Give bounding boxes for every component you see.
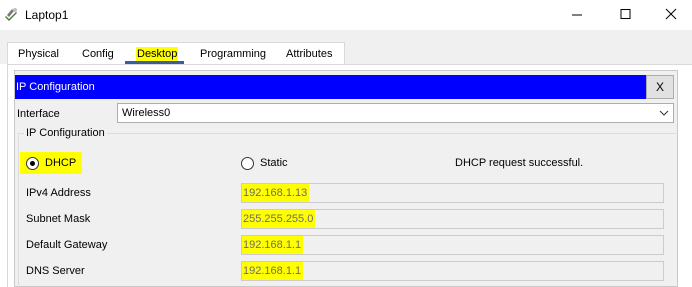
dhcp-radio-label[interactable]: DHCP [45,157,76,169]
close-window-button[interactable] [648,0,692,30]
tab-attributes[interactable]: Attributes [286,47,332,61]
tab-programming[interactable]: Programming [200,47,266,61]
subnet-mask-value: 255.255.255.0 [242,210,316,228]
interface-select[interactable]: Wireless0 [117,103,674,123]
default-gateway-field[interactable] [241,235,664,255]
subnet-mask-label: Subnet Mask [26,213,91,225]
window-title: Laptop1 [25,8,69,22]
ip-configuration-header: IP Configuration [15,75,646,99]
interface-select-value: Wireless0 [122,107,171,119]
laptop-app-icon [4,6,20,22]
tab-desktop[interactable]: Desktop [136,47,179,61]
dhcp-radio[interactable] [26,157,39,170]
maximize-icon [620,9,631,19]
minimize-button[interactable] [554,0,600,30]
ip-configuration-group-label: IP Configuration [24,127,107,139]
interface-label: Interface [17,108,60,120]
dhcp-status-text: DHCP request successful. [455,157,584,169]
close-ip-config-button[interactable]: X [646,75,674,99]
minimize-icon [572,14,582,16]
title-bar: Laptop1 [0,0,692,30]
maximize-button[interactable] [602,0,648,30]
dns-server-label: DNS Server [26,265,85,277]
ipv4-address-label: IPv4 Address [26,187,91,199]
close-icon [665,8,677,20]
tab-physical[interactable]: Physical [18,47,59,61]
default-gateway-value: 192.168.1.1 [242,236,304,254]
static-radio[interactable] [241,157,254,170]
dns-server-value: 192.168.1.1 [242,262,304,280]
dns-server-field[interactable] [241,261,664,281]
chevron-down-icon [659,110,669,116]
static-radio-label[interactable]: Static [260,157,288,169]
default-gateway-label: Default Gateway [26,239,108,251]
ipv4-address-value: 192.168.1.13 [242,184,310,202]
tab-config[interactable]: Config [82,47,114,61]
